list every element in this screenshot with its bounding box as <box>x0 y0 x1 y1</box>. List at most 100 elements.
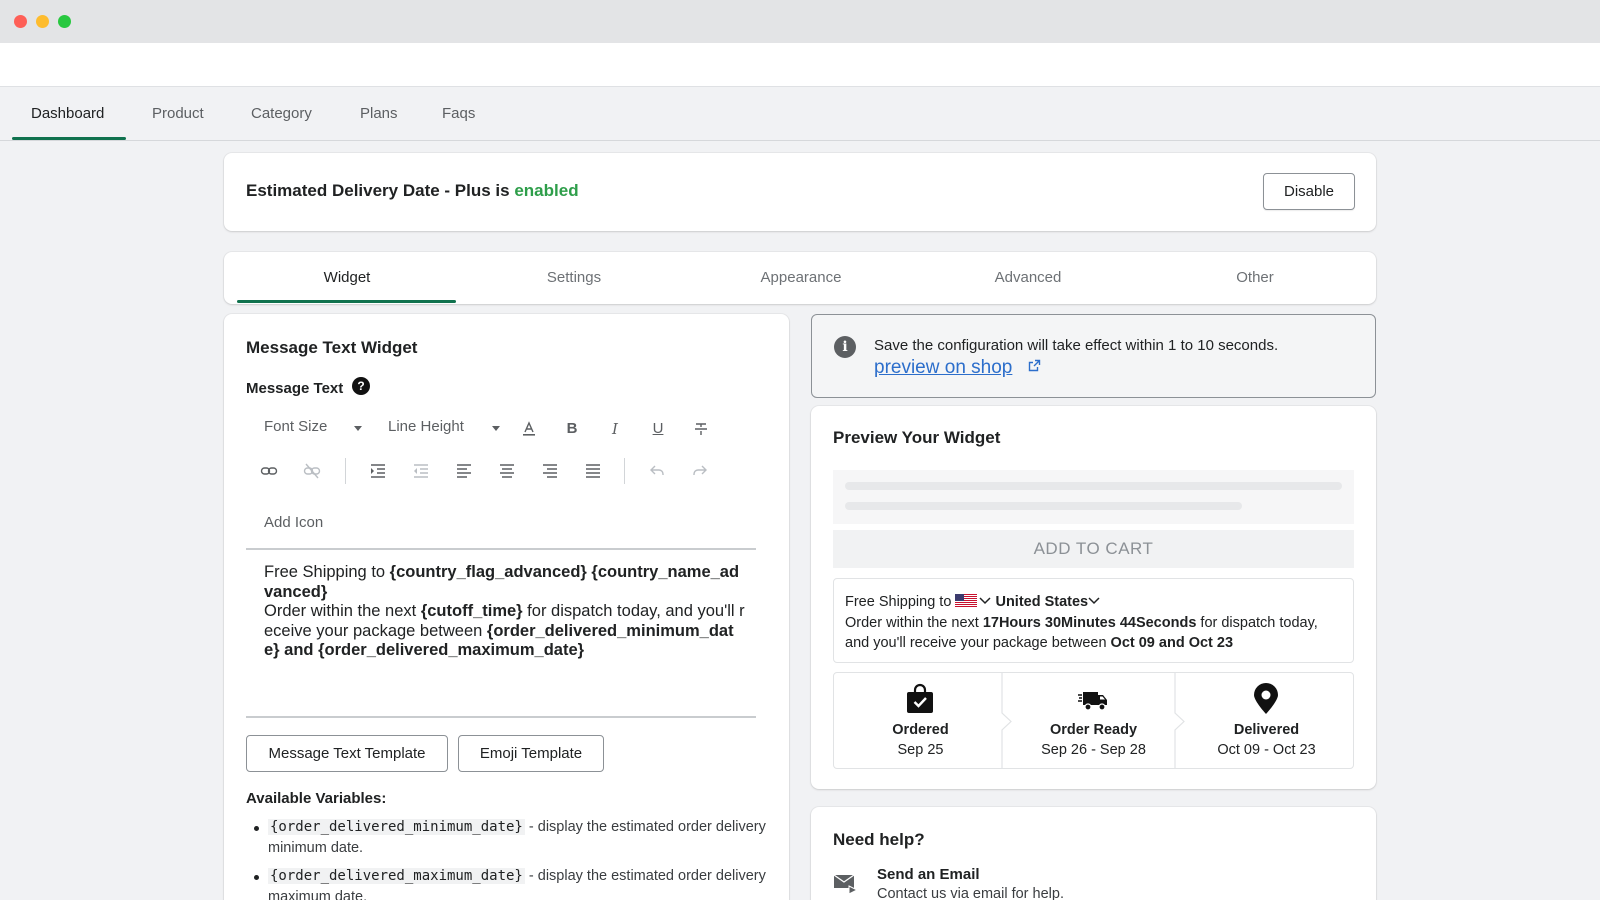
align-left-icon <box>457 464 471 478</box>
underline-button[interactable]: U <box>643 414 673 444</box>
nav-category[interactable]: Category <box>251 87 312 141</box>
email-send-icon <box>833 874 859 894</box>
shipping-text: Free Shipping to <box>845 594 952 610</box>
step-label: Ordered <box>892 722 949 738</box>
timeline-step-ordered: Ordered Sep 25 <box>834 673 1007 768</box>
skeleton-line <box>845 482 1342 490</box>
caret-down-icon <box>492 426 500 431</box>
align-right-button[interactable] <box>535 456 565 486</box>
list-item: {order_delivered_maximum_date} - display… <box>246 866 766 900</box>
redo-button[interactable] <box>685 456 715 486</box>
italic-button[interactable]: I <box>600 414 630 444</box>
chevron-down-icon[interactable] <box>1088 597 1100 605</box>
editor-text: Free Shipping to <box>264 563 390 581</box>
align-left-button[interactable] <box>449 456 479 486</box>
toolbar-divider <box>624 458 625 484</box>
tab-active-indicator <box>237 300 456 303</box>
variable-code: {order_delivered_minimum_date} <box>268 819 525 835</box>
window-close-button[interactable] <box>14 15 27 28</box>
app-status-text: Estimated Delivery Date - Plus is enable… <box>246 181 579 201</box>
shipping-country: United States <box>995 594 1089 610</box>
shipping-message: Free Shipping to United States Order wit… <box>833 578 1354 663</box>
app-topbar <box>0 43 1600 87</box>
list-item: {order_delivered_minimum_date} - display… <box>246 817 766 859</box>
chevron-down-icon[interactable] <box>979 597 991 605</box>
send-email-description: Contact us via email for help. <box>877 886 1064 900</box>
indent-button[interactable] <box>363 456 393 486</box>
nav-plans[interactable]: Plans <box>360 87 398 141</box>
text-color-icon <box>523 421 535 436</box>
align-center-button[interactable] <box>492 456 522 486</box>
align-justify-icon <box>586 464 600 478</box>
step-label: Delivered <box>1233 722 1300 738</box>
timeline-step-order-ready: Order Ready Sep 26 - Sep 28 <box>1007 673 1180 768</box>
info-icon: i <box>834 336 856 358</box>
status-prefix: Estimated Delivery Date - Plus is <box>246 181 510 200</box>
step-date: Sep 25 <box>897 742 944 758</box>
line-height-label: Line Height <box>388 418 464 435</box>
emoji-template-button[interactable]: Emoji Template <box>458 735 604 772</box>
tab-widget[interactable]: Widget <box>237 252 457 304</box>
align-center-icon <box>500 464 514 478</box>
tab-advanced[interactable]: Advanced <box>918 252 1138 304</box>
info-banner: i Save the configuration will take effec… <box>811 314 1376 398</box>
message-text-editor[interactable]: Free Shipping to {country_flag_advanced}… <box>264 563 746 661</box>
outdent-button[interactable] <box>406 456 436 486</box>
preview-widget-card: Preview Your Widget ADD TO CART Free Shi… <box>811 406 1376 789</box>
nav-faqs[interactable]: Faqs <box>442 87 475 141</box>
nav-product[interactable]: Product <box>152 87 204 141</box>
skeleton-placeholder <box>833 470 1354 524</box>
main-nav: Dashboard Product Category Plans Faqs <box>0 87 1600 141</box>
map-pin-icon <box>1254 683 1278 714</box>
editor-toolbar-row-2 <box>246 456 756 486</box>
shopping-bag-check-icon <box>907 683 933 713</box>
preview-on-shop-link[interactable]: preview on shop <box>874 357 1012 379</box>
line-height-select[interactable]: Line Height <box>388 418 500 435</box>
undo-icon <box>650 465 664 475</box>
message-widget-card: Message Text Widget Message Text ? Font … <box>224 314 789 900</box>
send-email-link[interactable]: Send an Email <box>877 866 980 883</box>
bold-button[interactable]: B <box>557 414 587 444</box>
step-label: Order Ready <box>1049 722 1138 738</box>
caret-down-icon <box>354 426 362 431</box>
add-to-cart-button[interactable]: ADD TO CART <box>833 530 1354 568</box>
message-widget-title: Message Text Widget <box>246 338 418 357</box>
indent-icon <box>371 464 385 478</box>
nav-dashboard[interactable]: Dashboard <box>31 87 104 141</box>
settings-tabs: Widget Settings Appearance Advanced Othe… <box>224 252 1376 304</box>
window-minimize-button[interactable] <box>36 15 49 28</box>
nav-active-indicator <box>12 137 126 140</box>
window-zoom-button[interactable] <box>58 15 71 28</box>
preview-title: Preview Your Widget <box>833 428 1001 447</box>
font-size-select[interactable]: Font Size <box>264 418 362 435</box>
us-flag-icon <box>955 594 978 607</box>
tab-settings[interactable]: Settings <box>464 252 684 304</box>
tab-other[interactable]: Other <box>1145 252 1365 304</box>
undo-button[interactable] <box>642 456 672 486</box>
editor-divider <box>246 548 756 550</box>
text-color-button[interactable] <box>514 414 544 444</box>
font-size-label: Font Size <box>264 418 328 435</box>
shipping-cutoff: 17Hours 30Minutes 44Seconds <box>982 614 1197 631</box>
disable-button[interactable]: Disable <box>1263 173 1355 210</box>
add-icon-button[interactable]: Add Icon <box>264 514 323 531</box>
unlink-button[interactable] <box>297 456 327 486</box>
skeleton-line <box>845 502 1242 510</box>
strikethrough-button[interactable] <box>686 414 716 444</box>
message-text-template-button[interactable]: Message Text Template <box>246 735 448 772</box>
app-status-card: Estimated Delivery Date - Plus is enable… <box>224 153 1376 231</box>
link-button[interactable] <box>254 456 284 486</box>
shipping-text: Order within the next <box>845 614 983 631</box>
align-justify-button[interactable] <box>578 456 608 486</box>
delivery-timeline: Ordered Sep 25 Order Ready Sep 26 - Sep … <box>833 672 1354 769</box>
window-titlebar <box>0 0 1600 43</box>
unlink-icon <box>303 463 321 479</box>
tab-appearance[interactable]: Appearance <box>691 252 911 304</box>
status-state: enabled <box>514 181 579 200</box>
available-variables-label: Available Variables: <box>246 790 387 807</box>
question-circle-icon[interactable]: ? <box>352 377 370 395</box>
step-date: Oct 09 - Oct 23 <box>1217 742 1316 758</box>
need-help-title: Need help? <box>833 830 925 849</box>
editor-divider <box>246 716 756 718</box>
timeline-step-delivered: Delivered Oct 09 - Oct 23 <box>1180 673 1353 768</box>
